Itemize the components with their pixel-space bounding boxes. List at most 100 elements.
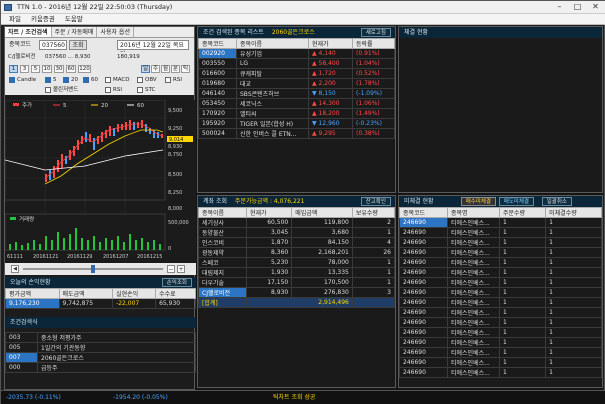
table-row[interactable]: 046140 SBS콘텐츠허브 ▼ 8,150 (-1.09%) [198,88,395,99]
period-5[interactable]: 5 [31,65,40,73]
table-row[interactable]: 170920 엘티씨 ▲ 18,200 (1.49%) [198,108,395,119]
table-row[interactable]: 대림제지 1,930 13,335 1 [198,267,396,278]
table-row[interactable]: 인스코비 1,870 84,150 4 [198,237,396,248]
code-label: 종목코드 [9,41,32,48]
table-row[interactable]: 246690 티에스인베스... 1 1 [399,347,602,358]
menu-file[interactable]: 파일 [9,14,21,24]
table-row[interactable]: 246690 티에스인베스... 1 1 [399,307,602,318]
menu-kiwoom[interactable]: 키움증권 [31,14,55,24]
zoom-out-icon[interactable]: − [167,265,175,273]
table-row[interactable]: 다우기술 17,150 170,500 1 [198,277,396,288]
list-item[interactable]: 007 2060골든크로스 [5,352,196,363]
macd-label: MACD [113,77,130,83]
tab-chart-condition[interactable]: 차트 / 조건검색 [5,27,52,37]
ma60-checkbox[interactable] [83,77,89,83]
balance-table: 종목이름 현재가 매입금액 보유수량 세기상사 60,500 119,800 2 동양… [198,207,396,308]
period-month[interactable]: 월 [161,65,170,73]
period-60[interactable]: 60 [66,65,76,73]
table-row[interactable]: 세기상사 60,500 119,800 2 [198,217,396,228]
tab-user-options[interactable]: 사용자 옵션 [97,27,134,37]
check-balance-button[interactable]: 잔고확인 [360,197,391,206]
col-name: 종목이름 [236,38,309,49]
code-search-row: 종목코드 037560 조회 2016년 12월 22일 목요일 [5,38,194,58]
table-row[interactable]: 246690 티에스인베스... 1 1 [399,317,602,328]
table-row[interactable]: 246690 티에스인베스... 1 1 [399,227,602,238]
candle-checkbox[interactable] [9,77,15,83]
balance-header: 계좌 조회 주문가능금액 : 4,076,221 잔고확인 [198,196,395,207]
period-3[interactable]: 3 [20,65,29,73]
buy-unfilled-button[interactable]: 매수미체결 [460,197,496,206]
search-button[interactable]: 조회 [69,40,87,50]
rsi2-checkbox[interactable] [105,87,111,93]
period-tick[interactable]: 틱 [181,65,190,73]
date-tick-5: 20161215 [137,254,162,260]
table-row[interactable]: 246690 티에스인베스... 1 1 [399,257,602,268]
trade-status-panel: 체결 현황 [398,26,603,193]
scroll-left-icon[interactable]: ◀ [11,265,19,273]
period-day[interactable]: 일 [141,65,150,73]
table-row[interactable]: 광동제약 8,360 2,168,201 26 [198,247,396,258]
cancel-all-button[interactable]: 일괄취소 [541,197,572,206]
period-1[interactable]: 1 [9,65,18,73]
ma5-checkbox[interactable] [45,77,51,83]
table-row[interactable]: 246690 티에스인베스... 1 1 [399,267,602,278]
stc-checkbox[interactable] [137,87,143,93]
chart-slider-handle[interactable] [91,265,95,273]
table-row[interactable]: 246690 티에스인베스... 1 1 [399,357,602,368]
list-item[interactable]: 003 중소형 저평가주 [5,332,196,343]
table-row[interactable]: 스페코 5,230 78,000 1 [198,257,396,268]
refresh-button[interactable]: 새로고침 [360,28,391,37]
close-icon[interactable]: ✕ [587,2,604,13]
cond-list-header: 조건 검색된 종목 리스트 2060골든크로스 새로고침 [198,27,395,38]
table-row[interactable]: 246690 티에스인베스... 1 1 [399,297,602,308]
table-row[interactable]: 016600 큐캐피탈 ▲ 1,720 (0.52%) [198,68,395,79]
sell-unfilled-button[interactable]: 매도미체결 [498,197,534,206]
obv-checkbox[interactable] [137,77,143,83]
table-row[interactable]: 053450 세코닉스 ▲ 14,300 (1.06%) [198,98,395,109]
date-picker[interactable]: 2016년 12월 22일 목요일 [117,40,189,58]
table-row[interactable]: 500024 신한 인버스 콜 ETN... ▲ 9,295 (0.38%) [198,128,395,139]
list-item[interactable]: 005 1일간의 기관동향 [5,342,196,353]
table-row[interactable]: 019680 대교 ▲ 2,200 (1.78%) [198,78,395,89]
table-row[interactable]: 246690 티에스인베스... 1 1 [399,337,602,348]
stock-info-row: C/J헬로비전 037560 ... 8,930 180,919 [5,52,194,63]
table-row[interactable]: 246690 티에스인베스... 1 1 [399,247,602,258]
period-week[interactable]: 주 [151,65,160,73]
table-row[interactable]: 002920 유성기업 ▲ 4,140 (0.91%) [198,48,395,59]
minimize-icon[interactable]: – [551,2,568,13]
period-30[interactable]: 30 [54,65,64,73]
price-chart[interactable]: 주가 5 20 60 9,500 9,250 9,014 8,930 8,750… [4,99,196,263]
table-row[interactable]: 246690 티에스인베스... 1 1 [399,277,602,288]
table-row[interactable]: 003550 LG ▲ 58,400 (1.04%) [198,58,395,69]
table-row[interactable]: 246690 티에스인베스... 1 1 [399,327,602,338]
table-row[interactable]: 동양물산 3,045 3,680 1 [198,227,396,238]
ma20-checkbox[interactable] [63,77,69,83]
period-minute[interactable]: 분 [171,65,180,73]
menu-help[interactable]: 도움말 [65,14,83,24]
volume-legend-swatch [10,217,16,220]
table-row[interactable]: 246690 티에스인베스... 1 1 [399,217,602,228]
code-input[interactable]: 037560 [39,40,67,50]
bollinger-checkbox[interactable] [45,87,51,93]
pnl-col-eval: 평가금액 [5,288,60,299]
period-120[interactable]: 120 [78,65,91,73]
table-row[interactable]: 246690 티에스인베스... 1 1 [399,237,602,248]
table-row[interactable]: 246690 티에스인베스... 1 1 [399,287,602,298]
ma20-label: 20 [71,77,78,83]
period-10[interactable]: 10 [42,65,52,73]
table-row[interactable]: CJ헬로비전 8,930 276,830 3 [198,287,396,298]
pnl-query-button[interactable]: 손익조회 [161,278,192,287]
list-item[interactable]: 000 급등주 [5,362,196,373]
window-controls: – □ ✕ [551,2,604,13]
maximize-icon[interactable]: □ [569,2,586,13]
table-row[interactable]: 195920 TIGER 일본(합성 H) ▼ 12,960 (-0.23%) [198,118,395,129]
macd-checkbox[interactable] [105,77,111,83]
menu-bar: 파일 키움증권 도움말 [1,14,605,25]
zoom-in-icon[interactable]: + [177,265,185,273]
rsi-checkbox[interactable] [165,77,171,83]
col-name: 종목명 [447,207,500,218]
tab-order-auto[interactable]: 주문 / 자동매매 [52,27,98,37]
volume-tick-2: 0 [168,246,171,252]
legend-ma60: 60 [137,103,144,109]
table-row[interactable]: 246690 티에스인베스... 1 1 [399,367,602,378]
